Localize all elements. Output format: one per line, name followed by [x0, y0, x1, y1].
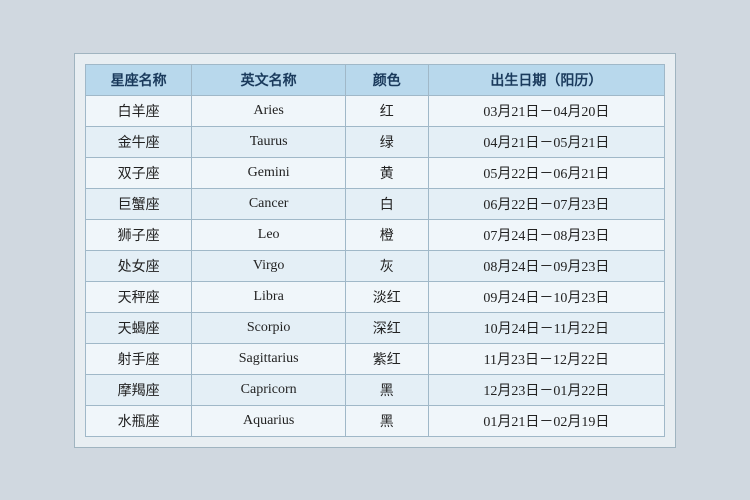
cell-chinese: 天蝎座 — [86, 312, 192, 343]
cell-color: 淡红 — [345, 281, 428, 312]
cell-chinese: 金牛座 — [86, 126, 192, 157]
cell-color: 深红 — [345, 312, 428, 343]
table-row: 狮子座Leo橙07月24日－08月23日 — [86, 219, 665, 250]
cell-english: Leo — [192, 219, 346, 250]
cell-english: Capricorn — [192, 374, 346, 405]
table-row: 摩羯座Capricorn黑12月23日－01月22日 — [86, 374, 665, 405]
cell-date: 09月24日－10月23日 — [428, 281, 664, 312]
cell-chinese: 狮子座 — [86, 219, 192, 250]
table-row: 水瓶座Aquarius黑01月21日－02月19日 — [86, 405, 665, 436]
table-row: 白羊座Aries红03月21日－04月20日 — [86, 95, 665, 126]
cell-date: 03月21日－04月20日 — [428, 95, 664, 126]
cell-chinese: 射手座 — [86, 343, 192, 374]
cell-color: 白 — [345, 188, 428, 219]
cell-english: Taurus — [192, 126, 346, 157]
cell-color: 橙 — [345, 219, 428, 250]
cell-color: 黄 — [345, 157, 428, 188]
table-row: 射手座Sagittarius紫红11月23日－12月22日 — [86, 343, 665, 374]
table-row: 金牛座Taurus绿04月21日－05月21日 — [86, 126, 665, 157]
cell-color: 黑 — [345, 374, 428, 405]
table-row: 处女座Virgo灰08月24日－09月23日 — [86, 250, 665, 281]
header-english: 英文名称 — [192, 64, 346, 95]
cell-english: Virgo — [192, 250, 346, 281]
zodiac-table-wrapper: 星座名称 英文名称 颜色 出生日期（阳历） 白羊座Aries红03月21日－04… — [74, 53, 676, 448]
cell-chinese: 天秤座 — [86, 281, 192, 312]
cell-english: Sagittarius — [192, 343, 346, 374]
table-header-row: 星座名称 英文名称 颜色 出生日期（阳历） — [86, 64, 665, 95]
cell-date: 05月22日－06月21日 — [428, 157, 664, 188]
cell-date: 10月24日－11月22日 — [428, 312, 664, 343]
cell-color: 灰 — [345, 250, 428, 281]
cell-english: Aries — [192, 95, 346, 126]
cell-color: 红 — [345, 95, 428, 126]
cell-date: 01月21日－02月19日 — [428, 405, 664, 436]
cell-date: 04月21日－05月21日 — [428, 126, 664, 157]
cell-chinese: 双子座 — [86, 157, 192, 188]
cell-date: 12月23日－01月22日 — [428, 374, 664, 405]
cell-date: 08月24日－09月23日 — [428, 250, 664, 281]
table-row: 天秤座Libra淡红09月24日－10月23日 — [86, 281, 665, 312]
cell-date: 06月22日－07月23日 — [428, 188, 664, 219]
cell-color: 黑 — [345, 405, 428, 436]
header-color: 颜色 — [345, 64, 428, 95]
cell-date: 11月23日－12月22日 — [428, 343, 664, 374]
cell-chinese: 白羊座 — [86, 95, 192, 126]
table-row: 双子座Gemini黄05月22日－06月21日 — [86, 157, 665, 188]
header-date: 出生日期（阳历） — [428, 64, 664, 95]
header-chinese: 星座名称 — [86, 64, 192, 95]
cell-english: Libra — [192, 281, 346, 312]
cell-chinese: 巨蟹座 — [86, 188, 192, 219]
zodiac-table: 星座名称 英文名称 颜色 出生日期（阳历） 白羊座Aries红03月21日－04… — [85, 64, 665, 437]
cell-english: Gemini — [192, 157, 346, 188]
table-row: 巨蟹座Cancer白06月22日－07月23日 — [86, 188, 665, 219]
cell-chinese: 摩羯座 — [86, 374, 192, 405]
cell-date: 07月24日－08月23日 — [428, 219, 664, 250]
cell-chinese: 水瓶座 — [86, 405, 192, 436]
cell-english: Cancer — [192, 188, 346, 219]
table-row: 天蝎座Scorpio深红10月24日－11月22日 — [86, 312, 665, 343]
cell-english: Scorpio — [192, 312, 346, 343]
cell-chinese: 处女座 — [86, 250, 192, 281]
cell-color: 绿 — [345, 126, 428, 157]
cell-english: Aquarius — [192, 405, 346, 436]
cell-color: 紫红 — [345, 343, 428, 374]
